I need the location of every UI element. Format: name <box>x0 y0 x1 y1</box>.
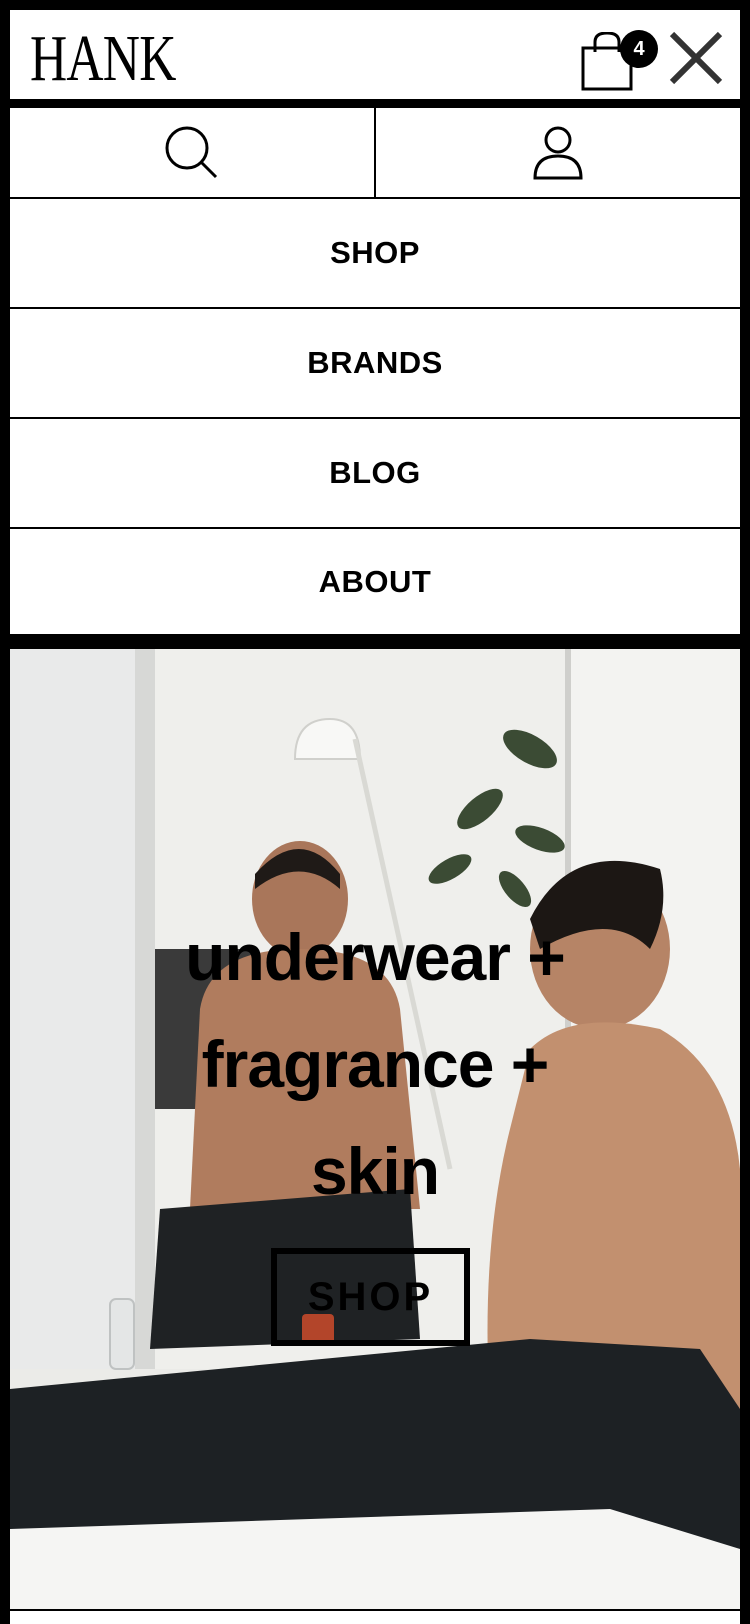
hero-heading: underwear + fragrance + skin <box>10 904 740 1225</box>
cart-button[interactable]: 4 <box>580 22 658 94</box>
menu-item-brands[interactable]: BRANDS <box>10 309 740 417</box>
user-icon <box>533 126 583 179</box>
next-section-edge <box>0 1609 750 1624</box>
close-icon <box>669 31 723 85</box>
site-logo[interactable]: HANK <box>30 26 176 92</box>
page-frame: HANK 4 SHOP BRANDS BLOG ABOUT underwear … <box>0 0 750 1624</box>
search-icon <box>165 126 218 178</box>
utility-row <box>10 108 740 197</box>
hero-line-2: fragrance + <box>201 1027 550 1101</box>
next-section-panel <box>10 1611 740 1624</box>
hero-line-1: underwear + <box>185 920 566 994</box>
close-menu-button[interactable] <box>668 30 724 86</box>
menu-item-about[interactable]: ABOUT <box>10 529 740 634</box>
hero-banner: underwear + fragrance + skin SHOP <box>10 649 740 1609</box>
cart-count-badge: 4 <box>620 30 658 68</box>
main-menu: SHOP BRANDS BLOG ABOUT <box>10 199 740 634</box>
search-button[interactable] <box>10 108 374 197</box>
hero-line-3: skin <box>310 1134 440 1208</box>
account-button[interactable] <box>376 108 740 197</box>
hero-shop-button[interactable]: SHOP <box>271 1248 470 1346</box>
menu-item-blog[interactable]: BLOG <box>10 419 740 527</box>
menu-item-shop[interactable]: SHOP <box>10 199 740 307</box>
site-header: HANK 4 <box>10 10 740 99</box>
